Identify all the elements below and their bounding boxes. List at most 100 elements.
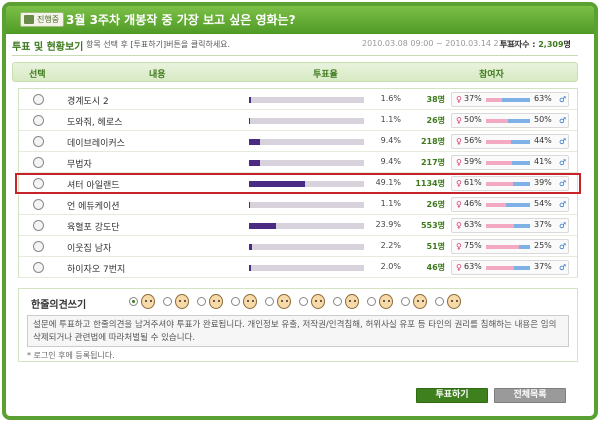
gender-ratio-bar: [486, 203, 530, 207]
avatar-radio[interactable]: [333, 297, 342, 306]
avatar-radio[interactable]: [163, 297, 172, 306]
table-row[interactable]: 도와줘, 헤로스 1.1% 26명 ♀ 50% 50% ♂: [19, 110, 577, 131]
section-instructions: 항목 선택 후 [투표하기]버튼을 클릭하세요.: [86, 40, 231, 49]
vote-rate-bar: [249, 265, 364, 271]
option-radio[interactable]: [33, 241, 44, 252]
avatar-option[interactable]: [333, 294, 367, 310]
avatar-face-icon: [413, 294, 427, 309]
avatar-radio[interactable]: [299, 297, 308, 306]
gender-ratio: ♀ 50% 50% ♂: [451, 113, 569, 128]
avatar-radio[interactable]: [197, 297, 206, 306]
female-icon: ♀: [456, 263, 462, 272]
female-percent: 75%: [464, 241, 482, 250]
option-radio[interactable]: [33, 157, 44, 168]
table-row[interactable]: 무법자 9.4% 217명 ♀ 59% 41% ♂: [19, 152, 577, 173]
option-title: 셔터 아일랜드: [67, 181, 120, 191]
gender-ratio-bar: [486, 266, 530, 270]
female-icon: ♀: [456, 179, 462, 188]
vote-rate-percent: 1.1%: [380, 115, 401, 124]
vote-rate-bar: [249, 97, 364, 103]
avatar-radio[interactable]: [265, 297, 274, 306]
male-icon: ♂: [559, 179, 567, 188]
avatar-radio[interactable]: [435, 297, 444, 306]
female-icon: ♀: [456, 116, 462, 125]
vote-rate-percent: 23.9%: [375, 220, 401, 229]
avatar-radio[interactable]: [401, 297, 410, 306]
gender-ratio: ♀ 37% 63% ♂: [451, 92, 569, 107]
male-icon: ♂: [559, 200, 567, 209]
male-ratio-fill: [502, 98, 530, 102]
avatar-face-icon: [277, 294, 291, 309]
table-row[interactable]: 하이자오 7번지 2.0% 46명 ♀ 63% 37% ♂: [19, 257, 577, 278]
option-title: 언 에듀케이션: [67, 202, 120, 212]
option-title: 이웃집 남자: [67, 244, 112, 254]
male-percent: 37%: [534, 262, 552, 271]
gender-ratio: ♀ 75% 25% ♂: [451, 239, 569, 254]
vote-count: 51명: [426, 242, 446, 251]
avatar-option[interactable]: [197, 294, 231, 310]
vote-count: 1134명: [415, 179, 445, 188]
option-radio[interactable]: [33, 115, 44, 126]
vote-count: 553명: [420, 221, 445, 230]
avatar-option[interactable]: [401, 294, 435, 310]
vote-rate-percent: 9.4%: [380, 157, 401, 166]
avatar-radio[interactable]: [367, 297, 376, 306]
option-radio[interactable]: [33, 220, 44, 231]
vote-rate-bar: [249, 181, 364, 187]
female-percent: 46%: [464, 199, 482, 208]
avatar-option[interactable]: [265, 294, 299, 310]
option-radio[interactable]: [33, 199, 44, 210]
vote-rate-fill: [249, 223, 277, 229]
table-row[interactable]: 경계도시 2 1.6% 38명 ♀ 37% 63% ♂: [19, 89, 577, 110]
table-row[interactable]: 이웃집 남자 2.2% 51명 ♀ 75% 25% ♂: [19, 236, 577, 257]
vote-count: 218명: [420, 137, 445, 146]
avatar-radio[interactable]: [231, 297, 240, 306]
option-radio[interactable]: [33, 94, 44, 105]
option-title: 육혈포 강도단: [67, 223, 120, 233]
avatar-radio[interactable]: [129, 297, 138, 306]
vote-count: 46명: [426, 263, 446, 272]
vote-rate-fill: [249, 265, 252, 271]
gender-ratio-bar: [486, 119, 530, 123]
male-ratio-fill: [513, 224, 530, 228]
vote-rate-fill: [249, 202, 251, 208]
avatar-option[interactable]: [299, 294, 333, 310]
avatar-option[interactable]: [163, 294, 197, 310]
avatar-option[interactable]: [367, 294, 401, 310]
vote-rate-fill: [249, 97, 251, 103]
vote-count: 217명: [420, 158, 445, 167]
female-percent: 59%: [464, 157, 482, 166]
male-percent: 37%: [534, 220, 552, 229]
vote-button[interactable]: 투표하기: [416, 388, 488, 403]
female-percent: 61%: [464, 178, 482, 187]
table-row[interactable]: 언 에듀케이션 1.1% 26명 ♀ 46% 54% ♂: [19, 194, 577, 215]
vote-rate-fill: [249, 244, 252, 250]
option-radio[interactable]: [33, 262, 44, 273]
vote-rate-fill: [249, 160, 260, 166]
column-rate: 투표율: [313, 70, 338, 80]
column-participants: 참여자: [479, 70, 504, 80]
table-header: 선택 내용 투표율 참여자: [12, 62, 578, 82]
comment-input[interactable]: 설문에 투표하고 한줄의견을 남겨주셔야 투표가 완료됩니다. 개인정보 유출,…: [27, 315, 569, 347]
gender-ratio: ♀ 63% 37% ♂: [451, 260, 569, 275]
vote-rate-percent: 49.1%: [375, 178, 401, 187]
full-list-button[interactable]: 전체목록: [494, 388, 566, 403]
avatar-face-icon: [379, 294, 393, 309]
vote-rate-fill: [249, 118, 251, 124]
option-radio[interactable]: [33, 136, 44, 147]
male-percent: 44%: [534, 136, 552, 145]
table-row[interactable]: 셔터 아일랜드 49.1% 1134명 ♀ 61% 39% ♂: [15, 173, 581, 194]
vote-rate-percent: 9.4%: [380, 136, 401, 145]
avatar-option[interactable]: [231, 294, 265, 310]
option-radio[interactable]: [33, 178, 44, 189]
female-icon: ♀: [456, 137, 462, 146]
avatar-face-icon: [345, 294, 359, 309]
table-row[interactable]: 육혈포 강도단 23.9% 553명 ♀ 63% 37% ♂: [19, 215, 577, 236]
gender-ratio-bar: [486, 224, 530, 228]
login-note: * 로그인 후에 등록됩니다.: [27, 351, 115, 360]
badge-icon: [24, 15, 34, 24]
avatar-option[interactable]: [435, 294, 469, 310]
table-row[interactable]: 데이브레이커스 9.4% 218명 ♀ 56% 44% ♂: [19, 131, 577, 152]
female-icon: ♀: [456, 200, 462, 209]
avatar-option[interactable]: [129, 294, 163, 310]
